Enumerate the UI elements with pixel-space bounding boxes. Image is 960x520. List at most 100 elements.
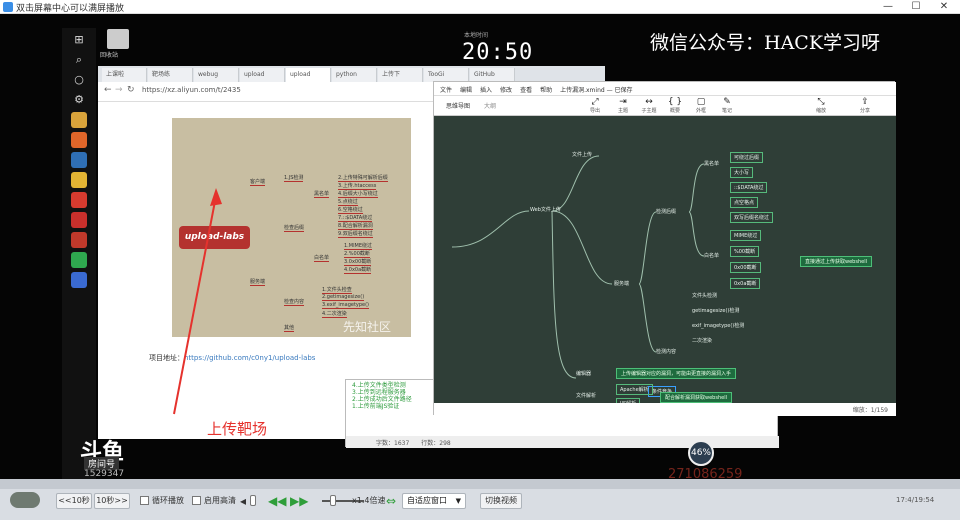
xmind-tab-mindmap[interactable]: 思维导图 bbox=[446, 101, 470, 110]
mindmap-item: 6.空格绕过 bbox=[338, 207, 363, 214]
wechat-watermark: 微信公众号：HACK学习呀 bbox=[650, 32, 881, 54]
xmind-menu-item[interactable]: 插入 bbox=[480, 87, 492, 94]
xmind-canvas[interactable]: Web文件上传 文件上传服务端 检测后缀检测内容 黑名单白名单 可绕过后缀大小写::$D… bbox=[434, 116, 896, 403]
browser-tab[interactable]: upload bbox=[286, 68, 331, 82]
xmind-tool-label: 缩放 bbox=[815, 108, 826, 114]
app-blue-icon[interactable] bbox=[71, 152, 87, 168]
settings-icon[interactable]: ⚙ bbox=[71, 92, 87, 108]
fit-window-select[interactable]: 自适应窗口 ▼ bbox=[402, 493, 466, 509]
back-icon[interactable]: ← bbox=[104, 85, 112, 95]
xmind-tool-button[interactable]: ✎ 笔记 bbox=[716, 97, 738, 114]
xmind-tool-button[interactable]: ⇪ 分享 bbox=[854, 97, 876, 114]
windows-icon[interactable]: ⊞ bbox=[71, 32, 87, 48]
app-yellow-icon[interactable] bbox=[71, 172, 87, 188]
file-explorer-icon[interactable] bbox=[71, 112, 87, 128]
opera-icon[interactable] bbox=[71, 212, 87, 228]
xmind-node-content-item[interactable]: 二次渲染 bbox=[692, 337, 712, 344]
xmind-node-apache[interactable]: Apache解析 bbox=[616, 384, 653, 395]
maximize-button[interactable]: ☐ bbox=[902, 0, 930, 14]
app-green-icon[interactable] bbox=[71, 252, 87, 268]
xmind-node-ext-item[interactable]: 大小写 bbox=[730, 167, 754, 178]
xmind-node-content-item[interactable]: 文件头检测 bbox=[692, 292, 717, 299]
xmind-tab-outline[interactable]: 大纲 bbox=[484, 101, 496, 110]
browser-tab[interactable]: webug bbox=[194, 68, 239, 82]
xmind-node-ext-item[interactable]: 点空格点 bbox=[730, 197, 759, 208]
xmind-node-file-parse[interactable]: 文件解析 bbox=[576, 392, 596, 399]
speed-label: x1.4倍速 bbox=[352, 496, 386, 505]
xmind-node-whitelist-item[interactable]: 0x0a截断 bbox=[730, 278, 761, 289]
mindmap-item: 3.exif_imagetype() bbox=[322, 302, 370, 309]
minimize-button[interactable]: — bbox=[874, 0, 902, 14]
browser-tab[interactable]: TooGi bbox=[424, 68, 469, 82]
forward-icon[interactable]: → bbox=[115, 85, 123, 95]
loop-icon[interactable] bbox=[10, 492, 40, 508]
xmind-menu-item[interactable]: 编辑 bbox=[460, 87, 472, 94]
browser-tab[interactable]: 上课啦 bbox=[102, 68, 147, 82]
xmind-toolbar: 思维导图 大纲 ⤢ 导出 ⇥ 主题 ↔ 子主题{ } 概要 ▢ 外框 ✎ 笔记 ⤡ 缩放 ⇪ 分享 bbox=[434, 96, 896, 116]
mindmap-item: 2.上传特殊可解析后缀 bbox=[338, 175, 388, 182]
mindmap-item: 5.点绕过 bbox=[338, 199, 358, 206]
app-red-star-icon[interactable] bbox=[71, 232, 87, 248]
xmind-tool-button[interactable]: { } 概要 bbox=[664, 97, 686, 114]
xmind-node-ext-item[interactable]: 可绕过后缀 bbox=[730, 152, 764, 163]
chrome-icon[interactable] bbox=[71, 192, 87, 208]
browser-tab[interactable]: 上传下 bbox=[378, 68, 423, 82]
browser-tab[interactable]: python bbox=[332, 68, 377, 82]
forward-10s-button[interactable]: 10秒>> bbox=[94, 493, 130, 509]
xmind-menu-item[interactable]: 帮助 bbox=[540, 87, 552, 94]
speed-slider-knob[interactable] bbox=[330, 495, 336, 506]
xmind-tool-button[interactable]: ⇥ 主题 bbox=[612, 97, 634, 114]
xmind-node-ext-item[interactable]: ::$DATA绕过 bbox=[730, 182, 768, 193]
xmind-node-file-upload[interactable]: 文件上传 bbox=[572, 151, 592, 158]
xmind-tool-button[interactable]: ▢ 外框 bbox=[690, 97, 712, 114]
fit-icon[interactable]: ⇔ bbox=[386, 494, 396, 508]
xmind-node-whitelist-item[interactable]: MIME绕过 bbox=[730, 230, 762, 241]
xmind-tool-button[interactable]: ↔ 子主题 bbox=[638, 97, 660, 114]
stop-icon[interactable]: ◂ bbox=[240, 494, 246, 508]
browser-tab[interactable]: 靶场练 bbox=[148, 68, 193, 82]
xmind-node-editor[interactable]: 编辑器 bbox=[576, 370, 591, 377]
reload-icon[interactable]: ↻ bbox=[127, 85, 135, 95]
cortana-icon[interactable]: ○ bbox=[71, 72, 87, 88]
playback-time: 17:4/19:54 bbox=[896, 496, 935, 504]
video-frame[interactable]: ⊞ ⌕ ○ ⚙ 回收站 本地时间 20:50 微信公众号：HACK学习呀 上课啦 靶场练… bbox=[0, 14, 960, 479]
play-icon[interactable]: ▶▶ bbox=[290, 494, 308, 508]
xmind-menu-item[interactable]: 修改 bbox=[500, 87, 512, 94]
xmind-tool-button[interactable]: ⤢ 导出 bbox=[584, 97, 606, 114]
browser-tab[interactable]: upload bbox=[240, 68, 285, 82]
xmind-node-content-item[interactable]: exif_imagetype()检测 bbox=[692, 322, 744, 329]
back-10s-button[interactable]: <<10秒 bbox=[56, 493, 92, 509]
rewind-icon[interactable]: ◀◀ bbox=[268, 494, 286, 508]
xmind-node-content-item[interactable]: getimagesize()检测 bbox=[692, 307, 739, 314]
search-icon[interactable]: ⌕ bbox=[71, 52, 87, 68]
mindmap-ext-group: 检查后缀 bbox=[284, 225, 305, 232]
volume-slider-knob[interactable] bbox=[250, 495, 256, 506]
xmind-node-whitelist-item[interactable]: 0x00截断 bbox=[730, 262, 761, 273]
xmind-node-web-upload[interactable]: Web文件上传 bbox=[530, 206, 561, 213]
hd-checkbox[interactable] bbox=[192, 496, 201, 505]
xmind-node-whitelist[interactable]: 白名单 bbox=[704, 252, 719, 259]
xmind-node-parse-note[interactable]: 配合解析漏洞获取webshell bbox=[660, 392, 732, 403]
xmind-menu-item[interactable]: 查看 bbox=[520, 87, 532, 94]
xmind-node-blacklist[interactable]: 黑名单 bbox=[704, 160, 719, 167]
upload-range-caption: 上传靶场 bbox=[207, 420, 268, 438]
xmind-node-editor-note[interactable]: 上传编辑器对应的漏洞，可能由更直接的漏洞入手 bbox=[616, 368, 737, 379]
switch-video-button[interactable]: 切换视频 bbox=[480, 493, 522, 509]
close-button[interactable]: ✕ bbox=[930, 0, 958, 14]
app-purple-icon[interactable] bbox=[71, 272, 87, 288]
app-orange-icon[interactable] bbox=[71, 132, 87, 148]
mindmap-content-group: 检查内容 bbox=[284, 299, 305, 306]
xmind-tool-button[interactable]: ⤡ 缩放 bbox=[810, 97, 832, 114]
xmind-node-check-content[interactable]: 检测内容 bbox=[656, 348, 676, 355]
loop-checkbox[interactable] bbox=[140, 496, 149, 505]
xmind-tool-icon: ⤢ bbox=[591, 97, 599, 107]
xmind-node-note[interactable]: 直接通过上传获取webshell bbox=[800, 256, 872, 267]
xmind-node-whitelist-item[interactable]: %00截断 bbox=[730, 246, 760, 257]
xmind-node-server-side[interactable]: 服务端 bbox=[614, 280, 629, 287]
url-input[interactable]: https://xz.aliyun.com/t/2435 bbox=[142, 86, 241, 94]
xmind-menu-item[interactable]: 文件 bbox=[440, 87, 452, 94]
xmind-node-ext-item[interactable]: 双写后缀名绕过 bbox=[730, 212, 774, 223]
xmind-node-check-ext[interactable]: 检测后缀 bbox=[656, 208, 676, 215]
browser-tab[interactable]: GitHub bbox=[470, 68, 515, 82]
progress-track[interactable] bbox=[0, 479, 960, 489]
